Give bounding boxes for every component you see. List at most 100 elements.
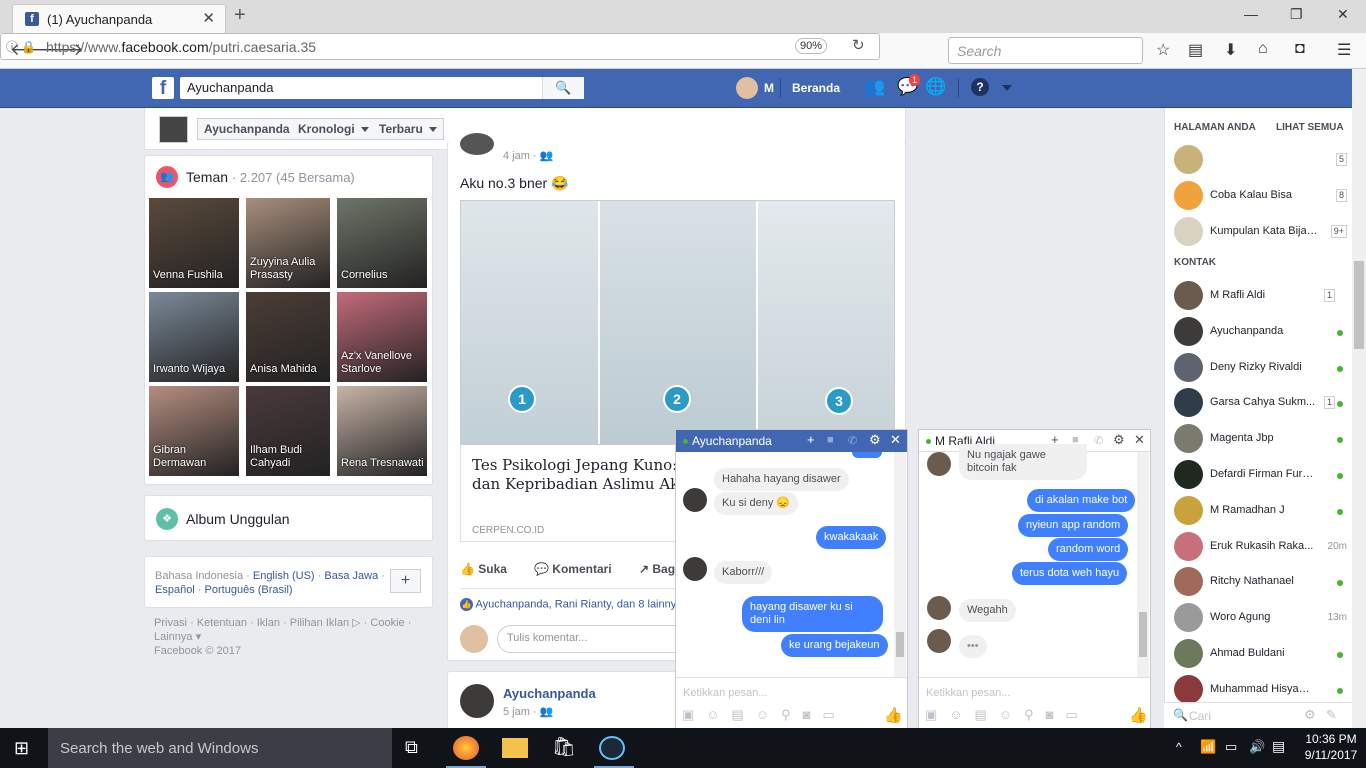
- chat1-settings-icon[interactable]: ⚙: [869, 432, 881, 448]
- new-tab-icon[interactable]: +: [234, 4, 246, 27]
- lang-portugues[interactable]: Português (Brasil): [205, 584, 293, 596]
- post2-time[interactable]: 5 jam · 👥: [503, 705, 553, 718]
- account-menu-chevron-icon[interactable]: [1002, 85, 1012, 91]
- featured-album-card[interactable]: ❖ Album Unggulan: [144, 495, 433, 541]
- friend-tile[interactable]: Anisa Mahida: [246, 292, 330, 382]
- new-message-icon[interactable]: ✎: [1326, 707, 1337, 723]
- chat2-call-icon[interactable]: ✆: [1094, 434, 1103, 447]
- friends-header[interactable]: Teman · 2.207 (45 Bersama): [186, 169, 355, 185]
- chat2-settings-icon[interactable]: ⚙: [1113, 432, 1125, 448]
- contact-item[interactable]: Defardi Firman Furyu...: [1174, 456, 1349, 492]
- notifications-globe-icon[interactable]: 🌐: [925, 77, 946, 97]
- post-author-avatar[interactable]: [460, 133, 494, 155]
- friend-tile[interactable]: Irwanto Wijaya: [149, 292, 239, 382]
- profile-name-tab[interactable]: Ayuchanpanda: [197, 118, 297, 140]
- lang-espanol[interactable]: Español: [155, 584, 195, 596]
- url-bar[interactable]: ⓘ 🔒 https://www.facebook.com/putri.caesa…: [0, 33, 880, 60]
- add-language-button[interactable]: +: [390, 569, 421, 593]
- sidebar-settings-icon[interactable]: ⚙: [1304, 707, 1316, 723]
- chat2-scrollbar[interactable]: [1137, 452, 1149, 677]
- contact-item[interactable]: Eruk Rukasih Raka... 20m: [1174, 528, 1349, 564]
- friend-tile[interactable]: Cornelius: [337, 198, 427, 288]
- user-avatar[interactable]: [736, 77, 758, 99]
- pocket-icon[interactable]: ◘: [1295, 40, 1305, 58]
- task-view-icon[interactable]: ⧉: [405, 737, 418, 758]
- chat1-scrollbar[interactable]: [894, 452, 906, 677]
- footer-lainnya[interactable]: Lainnya: [154, 631, 193, 643]
- chat1-call-icon[interactable]: ✆: [848, 434, 857, 447]
- downloads-icon[interactable]: ⬇: [1224, 40, 1237, 60]
- contact-item[interactable]: Garsa Cahya Sukm... 1: [1174, 384, 1349, 420]
- chat1-video-icon[interactable]: ■: [827, 434, 834, 446]
- user-name[interactable]: M: [764, 81, 774, 95]
- firefox-icon[interactable]: [453, 736, 479, 760]
- friend-tile[interactable]: Ilham Budi Cahyadi: [246, 386, 330, 476]
- comment-button[interactable]: 💬 Komentari: [534, 562, 612, 576]
- footer-cookie[interactable]: Cookie: [370, 617, 404, 629]
- contact-item[interactable]: Ahmad Buldani: [1174, 635, 1349, 671]
- browser-search-field[interactable]: Search: [948, 37, 1143, 64]
- contact-item[interactable]: Ritchy Nathanael: [1174, 563, 1349, 599]
- chat1-close-icon[interactable]: ✕: [890, 432, 901, 448]
- browser-tab[interactable]: f (1) Ayuchanpanda ✕: [12, 4, 226, 33]
- footer-pilihan-iklan[interactable]: Pilihan Iklan: [290, 617, 349, 629]
- home-link[interactable]: Beranda: [792, 81, 840, 95]
- minimize-icon[interactable]: —: [1244, 6, 1258, 22]
- friend-tile[interactable]: Gibran Dermawan: [149, 386, 239, 476]
- store-icon[interactable]: 🛍: [552, 735, 576, 759]
- page-item[interactable]: 5: [1174, 141, 1349, 177]
- help-icon[interactable]: ?: [971, 78, 989, 96]
- page-item[interactable]: Coba Kalau Bisa 8: [1174, 177, 1349, 213]
- lang-jawa[interactable]: Basa Jawa: [324, 570, 378, 582]
- page-scrollbar[interactable]: [1352, 69, 1366, 728]
- post2-author-avatar[interactable]: [460, 684, 494, 718]
- wifi-icon[interactable]: 📶: [1200, 739, 1216, 755]
- close-window-icon[interactable]: ✕: [1337, 6, 1349, 23]
- search-icon[interactable]: 🔍: [542, 77, 584, 99]
- friend-tile[interactable]: Az'x Vanellove Starlove: [337, 292, 427, 382]
- contact-item[interactable]: Deny Rizky Rivaldi: [1174, 349, 1349, 385]
- like-button[interactable]: 👍 Suka: [460, 562, 507, 576]
- chat1-titlebar[interactable]: Ayuchanpanda + ■ ✆ ⚙ ✕: [676, 430, 907, 452]
- see-all-link[interactable]: LIHAT SEMUA: [1276, 122, 1344, 133]
- footer-iklan[interactable]: Iklan: [257, 617, 280, 629]
- bookmark-star-icon[interactable]: ☆: [1156, 40, 1170, 60]
- battery-icon[interactable]: ▭: [1225, 739, 1237, 755]
- reload-icon[interactable]: ↻: [852, 36, 865, 54]
- friend-tile[interactable]: Venna Fushila: [149, 198, 239, 288]
- chat1-message-input[interactable]: Ketikkan pesan...: [683, 687, 767, 699]
- file-explorer-icon[interactable]: [502, 738, 528, 758]
- site-info-lock-icon[interactable]: ⓘ 🔒: [6, 38, 36, 55]
- page-item[interactable]: Kumpulan Kata Bijak ... 9+: [1174, 213, 1349, 249]
- contact-item[interactable]: Ayuchanpanda: [1174, 313, 1349, 349]
- contact-item[interactable]: Woro Agung 13m: [1174, 599, 1349, 635]
- footer-privasi[interactable]: Privasi: [154, 617, 187, 629]
- facebook-logo-icon[interactable]: f: [152, 77, 174, 99]
- chat1-toolbar-icons[interactable]: ▣☺▤☺⚲◙▭: [682, 707, 847, 723]
- windows-start-icon[interactable]: ⊞: [14, 738, 29, 759]
- chat1-add-icon[interactable]: +: [807, 432, 815, 447]
- contact-item[interactable]: M Ramadhan J: [1174, 492, 1349, 528]
- action-center-icon[interactable]: ▤: [1272, 738, 1285, 755]
- post-time[interactable]: 4 jam · 👥: [503, 149, 553, 162]
- contact-item[interactable]: Magenta Jbp: [1174, 420, 1349, 456]
- home-icon[interactable]: ⌂: [1258, 40, 1268, 58]
- taskbar-search[interactable]: Search the web and Windows: [48, 728, 392, 768]
- chat1-like-icon[interactable]: 👍: [884, 706, 903, 724]
- contact-item[interactable]: M Rafli Aldi 1: [1174, 277, 1349, 313]
- contact-search[interactable]: 🔍 Cari ⚙ ✎: [1164, 702, 1352, 728]
- chat2-message-input[interactable]: Ketikkan pesan...: [926, 687, 1010, 699]
- steam-icon[interactable]: [599, 736, 625, 760]
- friend-tile[interactable]: Rena Tresnawati: [337, 386, 427, 476]
- fb-search-input[interactable]: Ayuchanpanda 🔍: [180, 77, 584, 99]
- menu-icon[interactable]: ☰: [1337, 40, 1351, 60]
- terbaru-dropdown[interactable]: Terbaru: [373, 118, 444, 140]
- profile-thumbnail[interactable]: [159, 116, 188, 143]
- friend-requests-icon[interactable]: 👥: [864, 77, 885, 97]
- likes-summary[interactable]: 👍 Ayuchanpanda, Rani Rianty, dan 8 lainn…: [460, 598, 682, 611]
- tray-chevron-icon[interactable]: ^: [1176, 740, 1182, 754]
- post-image[interactable]: 1 2 3: [460, 200, 895, 445]
- taskbar-clock[interactable]: 10:36 PM 9/11/2017: [1300, 731, 1362, 763]
- chat2-toolbar-icons[interactable]: ▣☺▤☺⚲◙▭: [925, 707, 1090, 723]
- maximize-icon[interactable]: ❐: [1290, 6, 1303, 23]
